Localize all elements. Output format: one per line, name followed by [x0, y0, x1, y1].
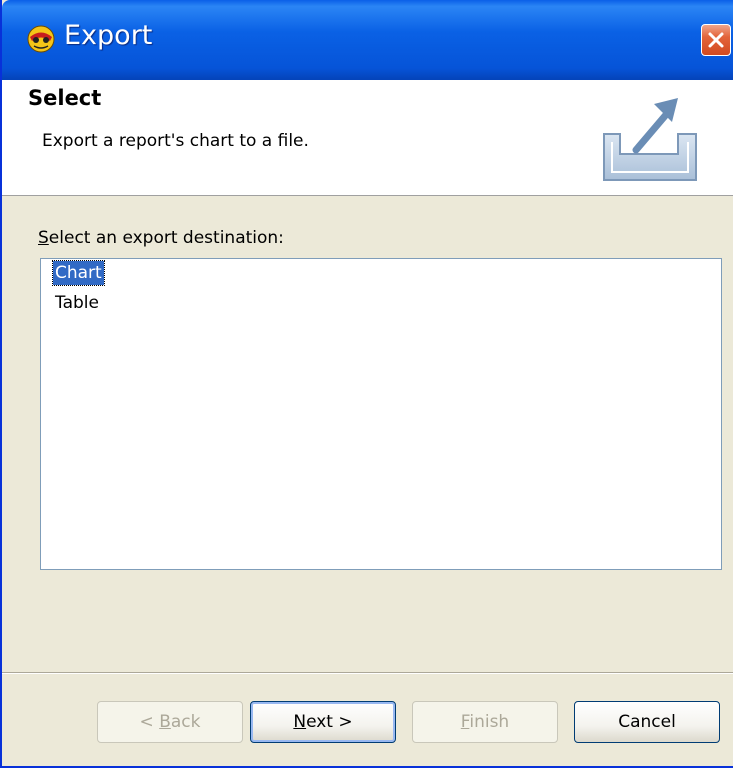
- page-description: Export a report's chart to a file.: [42, 131, 309, 151]
- cancel-button[interactable]: Cancel: [574, 701, 720, 743]
- wizard-header: Select Export a report's chart to a file…: [2, 80, 733, 196]
- destination-label-mnemonic: S: [38, 228, 49, 248]
- page-title: Select: [28, 86, 102, 110]
- back-button-mnemonic: B: [159, 712, 171, 732]
- destination-list[interactable]: Chart Table: [40, 258, 722, 570]
- cancel-button-label: Cancel: [618, 712, 676, 732]
- next-button-mnemonic: N: [293, 712, 307, 732]
- close-button[interactable]: [701, 24, 731, 56]
- eclipse-app-icon: [27, 25, 55, 53]
- title-bar[interactable]: Export: [2, 0, 733, 80]
- back-button-prefix: <: [139, 712, 160, 732]
- back-button[interactable]: < Back: [97, 701, 243, 743]
- button-separator: [2, 672, 733, 674]
- destination-label-text: elect an export destination:: [48, 228, 284, 248]
- back-button-label: ack: [170, 712, 201, 732]
- next-button[interactable]: Next >: [250, 701, 396, 743]
- finish-button[interactable]: Finish: [412, 701, 558, 743]
- list-item-table[interactable]: Table: [53, 291, 101, 315]
- window-title: Export: [64, 20, 153, 51]
- export-icon: [603, 98, 697, 181]
- next-button-label: ext >: [306, 712, 353, 732]
- destination-label: Select an export destination:: [38, 228, 284, 248]
- finish-button-label: inish: [469, 712, 510, 732]
- list-item-chart[interactable]: Chart: [52, 260, 105, 286]
- export-dialog: Export Select Export a report's chart to…: [0, 0, 733, 768]
- close-icon: [708, 32, 724, 48]
